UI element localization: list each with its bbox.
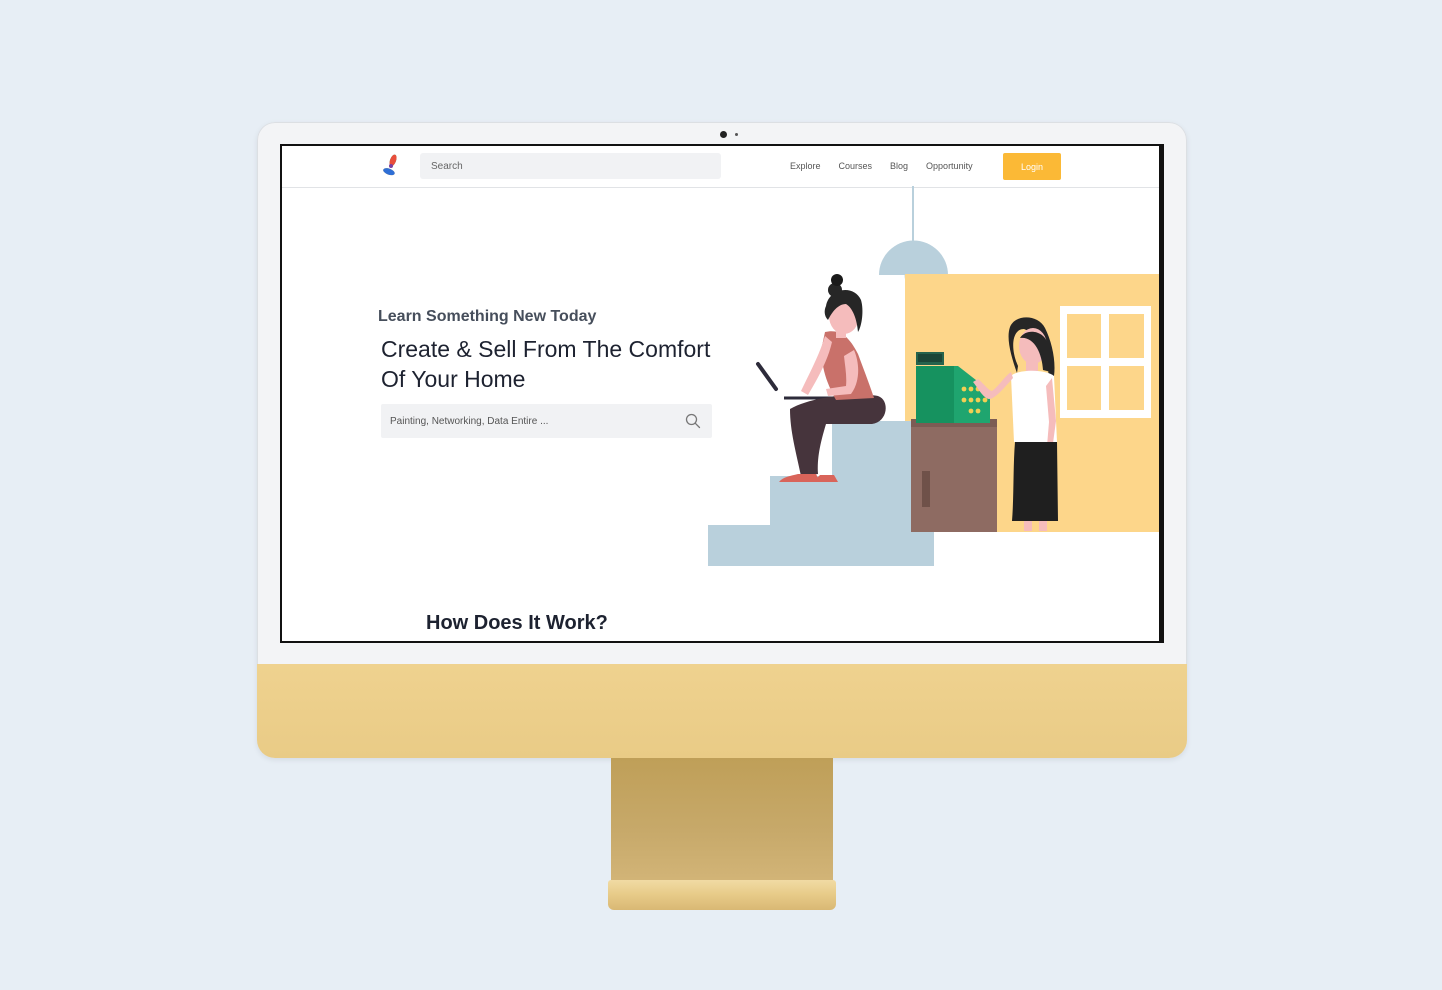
nav-link-explore[interactable]: Explore (790, 161, 821, 171)
how-it-works-heading: How Does It Work? (426, 612, 608, 634)
search-icon[interactable] (685, 413, 701, 429)
nav-search-box[interactable] (420, 153, 721, 179)
hero-eyebrow: Learn Something New Today (378, 308, 597, 325)
hero-search-box[interactable] (381, 404, 712, 438)
hero-title: Create & Sell From The Comfort Of Your H… (381, 336, 711, 392)
hero-search-input[interactable] (381, 404, 671, 438)
nav-link-opportunity[interactable]: Opportunity (926, 161, 973, 171)
monitor-foot (608, 880, 836, 910)
login-button[interactable]: Login (1003, 153, 1061, 180)
top-navbar: Explore Courses Blog Opportunity Login (282, 146, 1159, 188)
camera-sensor-icon (735, 133, 738, 136)
website-screen: Explore Courses Blog Opportunity Login L… (280, 144, 1164, 643)
nav-search-input[interactable] (420, 153, 721, 179)
pinwheel-logo-icon[interactable] (379, 154, 403, 178)
woman-laptop-cashier-illustration (708, 186, 1159, 566)
nav-link-blog[interactable]: Blog (890, 161, 908, 171)
monitor-stand (611, 758, 833, 880)
nav-link-courses[interactable]: Courses (839, 161, 873, 171)
camera-icon (720, 131, 727, 138)
nav-links: Explore Courses Blog Opportunity (790, 161, 973, 171)
monitor-chin (257, 664, 1187, 758)
